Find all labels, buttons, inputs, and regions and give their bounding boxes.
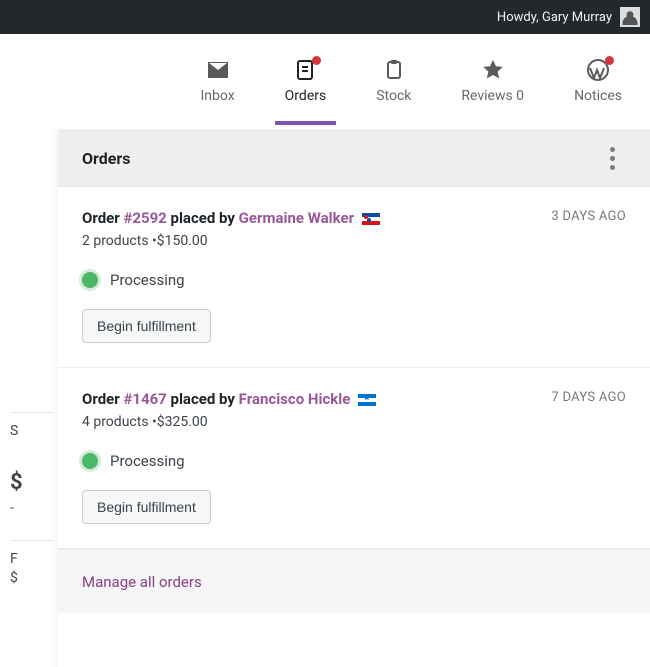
tab-reviews[interactable]: Reviews 0 [455, 52, 530, 124]
clipboard-icon [382, 58, 406, 82]
panel-title: Orders [82, 149, 130, 168]
bg-fragment: - [10, 490, 54, 516]
begin-fulfillment-button[interactable]: Begin fulfillment [82, 309, 211, 343]
flag-icon [358, 394, 376, 406]
bg-fragment: $ [10, 560, 54, 586]
avatar[interactable] [620, 7, 640, 27]
order-age: 7 DAYS AGO [551, 390, 626, 405]
manage-all-orders-link[interactable]: Manage all orders [82, 573, 202, 591]
order-card: 3 DAYS AGO Order #2592 placed by Germain… [58, 187, 650, 368]
order-status: Processing [82, 452, 626, 470]
activity-tabs: Inbox Orders Stock Reviews 0 Notices [0, 34, 650, 130]
background-content: S $ - F $ [0, 130, 58, 667]
placed-by-label: placed by [167, 390, 239, 408]
order-card: 7 DAYS AGO Order #1467 placed by Francis… [58, 368, 650, 549]
order-heading: Order #1467 placed by Francisco Hickle [82, 390, 626, 408]
panel-header: Orders [58, 131, 650, 187]
panel-footer: Manage all orders [58, 549, 650, 613]
orders-panel: Orders 3 DAYS AGO Order #2592 placed by … [58, 130, 650, 667]
dots-icon [610, 147, 615, 152]
order-status: Processing [82, 271, 626, 289]
customer-link[interactable]: Francisco Hickle [239, 390, 351, 408]
star-icon [481, 58, 505, 82]
envelope-icon [206, 58, 230, 82]
order-meta: 4 products •$325.00 [82, 414, 626, 430]
tab-notices[interactable]: Notices [568, 52, 628, 124]
order-prefix: Order [82, 209, 123, 227]
tab-stock[interactable]: Stock [370, 52, 417, 124]
dots-icon [610, 165, 615, 170]
tab-orders[interactable]: Orders [279, 52, 333, 124]
order-meta: 2 products •$150.00 [82, 233, 626, 249]
greeting-text[interactable]: Howdy, Gary Murray [497, 10, 612, 25]
status-dot-icon [82, 272, 98, 288]
order-age: 3 DAYS AGO [551, 209, 626, 224]
order-number-link[interactable]: #2592 [123, 209, 166, 227]
begin-fulfillment-button[interactable]: Begin fulfillment [82, 490, 211, 524]
tab-label: Orders [285, 88, 327, 104]
bg-fragment: S [10, 412, 54, 439]
badge-dot-icon [605, 56, 614, 65]
tab-inbox[interactable]: Inbox [194, 52, 240, 124]
status-text: Processing [110, 452, 185, 470]
customer-link[interactable]: Germaine Walker [239, 209, 354, 227]
status-dot-icon [82, 453, 98, 469]
flag-icon [362, 213, 380, 225]
admin-topbar: Howdy, Gary Murray [0, 0, 650, 34]
tab-label: Reviews 0 [461, 88, 524, 104]
placed-by-label: placed by [167, 209, 239, 227]
tab-label: Stock [376, 88, 411, 104]
order-prefix: Order [82, 390, 123, 408]
dots-icon [610, 156, 615, 161]
more-options-button[interactable] [598, 145, 626, 173]
tab-label: Inbox [200, 88, 234, 104]
badge-dot-icon [312, 56, 321, 65]
status-text: Processing [110, 271, 185, 289]
order-heading: Order #2592 placed by Germaine Walker [82, 209, 626, 227]
tab-label: Notices [574, 88, 622, 104]
order-number-link[interactable]: #1467 [123, 390, 166, 408]
